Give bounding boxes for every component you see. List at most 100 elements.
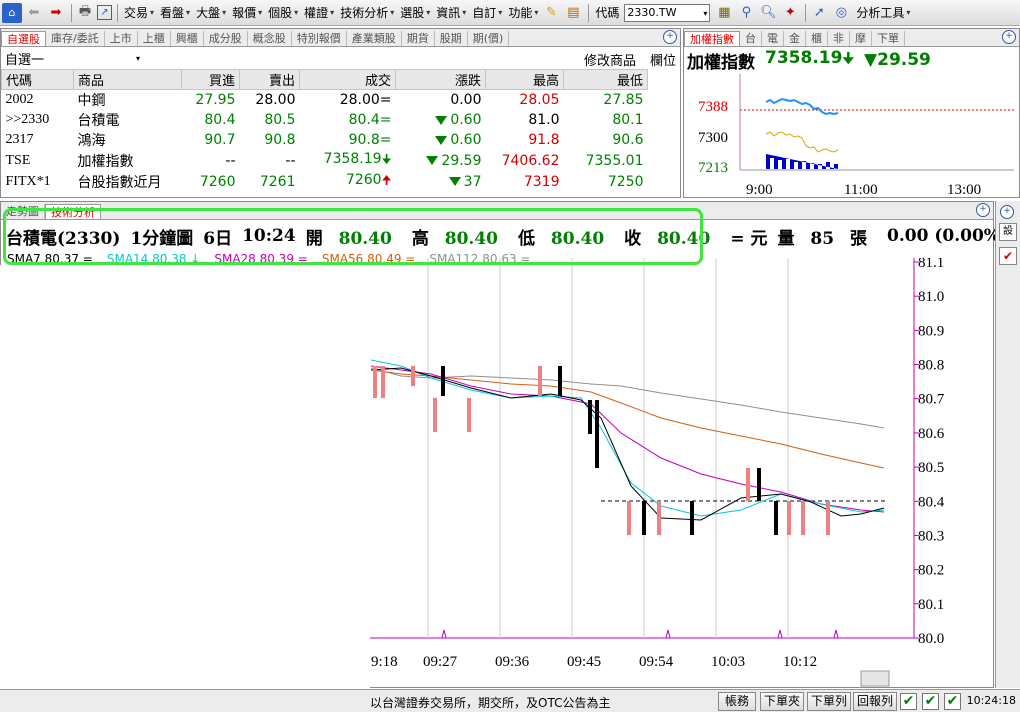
tab-emerging[interactable]: 興櫃 [171,31,204,46]
home-icon[interactable]: ⌂ [2,2,22,23]
watchlist-select[interactable]: 自選一 [5,49,44,68]
watchlist-table: 代碼 商品 買進 賣出 成交 漲跌 最高 最低 2002 中鋼 27.95 28… [1,69,648,192]
account-button[interactable]: 帳務 [718,692,756,711]
modify-items-button[interactable]: 修改商品 [584,50,636,69]
zoom-icon[interactable]: + [663,30,677,44]
forward-arrow-icon[interactable]: ➡ [46,3,66,23]
notepad-icon[interactable]: ▤ [563,3,583,23]
order-folder-button[interactable]: 下單夾 [760,692,804,711]
candle-up [801,501,805,535]
report-bar-button[interactable]: 回報列 [853,692,897,711]
cell-name: 台積電 [77,113,120,129]
cell-last: 7260🠉 [345,172,392,188]
cell-code: >>2330 [5,112,50,127]
tab-order[interactable]: 下單 [872,31,905,46]
tab-components[interactable]: 成分股 [204,31,248,46]
col-header-bid[interactable]: 買進 [181,69,240,90]
cell-last: 80.4= [348,112,392,128]
columns-button[interactable]: 欄位 [650,50,676,69]
menu-info[interactable]: 資訊 ▾ [433,4,469,21]
tab-watchlist[interactable]: 自選股 [1,31,46,46]
checkbox-icon[interactable]: ✔ [900,693,917,710]
chevron-down-icon[interactable]: ▾ [136,54,140,63]
search-icon[interactable]: ⚲ [736,3,756,23]
cell-change: 0.60 [396,110,486,130]
order-bar-button[interactable]: 下單列 [807,692,851,711]
chevron-down-icon: ▾ [330,8,335,17]
price-tick-label: 81.1 [918,258,944,271]
col-header-high[interactable]: 最高 [485,69,564,90]
table-row[interactable]: TSE 加權指數 -- -- 7358.19🠋 29.59 7406.62 73… [2,150,648,171]
tab-elec[interactable]: 電 [762,31,784,46]
pointer-icon[interactable]: ➚ [809,3,829,23]
menu-stocks[interactable]: 個股 ▾ [265,4,301,21]
tab-inventory-orders[interactable]: 庫存/委託 [46,31,105,46]
col-header-last[interactable]: 成交 [299,69,396,90]
tab-tw[interactable]: 台 [740,31,762,46]
volume-marks [441,629,839,639]
arrow-down-icon: 🠋 [842,51,855,67]
settings-icon[interactable]: 設 [999,223,1017,241]
tab-trend-chart[interactable]: 走勢圖 [1,204,45,219]
price-tick-label: 80.0 [918,631,944,647]
index-price-line [765,97,839,116]
zoom-icon[interactable]: + [1000,205,1014,219]
menu-quotes[interactable]: 報價 ▾ [229,4,265,21]
col-header-low[interactable]: 最低 [563,69,648,90]
col-header-code[interactable]: 代碼 [1,69,74,90]
tab-futures[interactable]: 期貨 [402,31,435,46]
back-arrow-icon[interactable]: ⬅ [24,3,44,23]
table-row[interactable]: 2317 鴻海 90.7 90.8 90.8= 0.60 91.8 90.6 [2,130,648,150]
chevron-down-icon: ▾ [222,8,227,17]
price-unit: = 元 [730,228,768,249]
time-axis-labels: 9:18 09:27 09:36 09:45 09:54 10:03 10:12 [371,654,817,670]
tab-msci[interactable]: 摩 [850,31,872,46]
tab-industry[interactable]: 產業類股 [347,31,402,46]
chart-scrollbar[interactable] [860,670,890,687]
zoom-icon[interactable]: + [1002,30,1016,44]
menu-functions[interactable]: 功能 ▾ [505,4,541,21]
tab-listed[interactable]: 上市 [105,31,138,46]
table-row[interactable]: 2002 中鋼 27.95 28.00 28.00= 0.00 28.05 27… [2,90,648,111]
menu-custom[interactable]: 自訂 ▾ [469,4,505,21]
x-tick-label: 13:00 [947,182,981,198]
tab-technical-analysis[interactable]: 技術分析 [45,204,101,219]
col-header-ask[interactable]: 賣出 [239,69,300,90]
tab-special-quotes[interactable]: 特別報價 [292,31,347,46]
menu-market[interactable]: 大盤 ▾ [193,4,229,21]
col-header-name[interactable]: 商品 [73,69,182,90]
sma14-line [370,359,885,517]
menu-warrants[interactable]: 權證 ▾ [301,4,337,21]
checkbox-icon[interactable]: ✔ [944,693,961,710]
index-intraday-chart[interactable]: 7388 7300 7213 9:00 11:00 13:00 [684,74,1019,198]
popout-icon[interactable]: ↗ [97,5,112,20]
tag-icon[interactable]: ✦ [780,3,800,23]
analysis-tools-icon[interactable]: ◎ [831,3,851,23]
tab-weighted-index[interactable]: 加權指數 [684,31,740,46]
tab-non-elec[interactable]: 非 [828,31,850,46]
tab-stock-futures[interactable]: 股期 [435,31,468,46]
magnify-chart-icon[interactable]: 🔍︎ [758,3,778,23]
quote-icon[interactable]: ▦ [714,3,734,23]
tab-otc[interactable]: 上櫃 [138,31,171,46]
tab-concept[interactable]: 概念股 [248,31,292,46]
table-row[interactable]: FITX*1 台股指數近月 7260 7261 7260🠉 37 7319 72… [2,171,648,192]
table-row[interactable]: >>2330 台積電 80.4 80.5 80.4= 0.60 81.0 80.… [2,110,648,130]
menu-trade[interactable]: 交易 ▾ [121,4,157,21]
col-header-change[interactable]: 漲跌 [395,69,486,90]
menu-watch[interactable]: 看盤 ▾ [157,4,193,21]
menu-stock-picker[interactable]: 選股 ▾ [397,4,433,21]
print-icon[interactable]: 🖶 [75,3,95,23]
checkbox-icon[interactable]: ✔ [999,247,1017,265]
pen-icon[interactable]: ✎ [541,3,561,23]
tab-fin[interactable]: 金 [784,31,806,46]
zoom-icon[interactable]: + [976,203,990,217]
code-input[interactable]: 2330.TW ▾ [624,3,711,22]
menu-analysis-tools[interactable]: 分析工具 ▾ [853,4,913,21]
tab-otc-index[interactable]: 櫃 [806,31,828,46]
checkbox-icon[interactable]: ✔ [922,693,939,710]
tab-options[interactable]: 期(價) [468,31,510,46]
cell-high: 7406.62 [501,152,560,169]
menu-technical-analysis[interactable]: 技術分析 ▾ [337,4,397,21]
cell-change: 0.00 [450,92,482,108]
